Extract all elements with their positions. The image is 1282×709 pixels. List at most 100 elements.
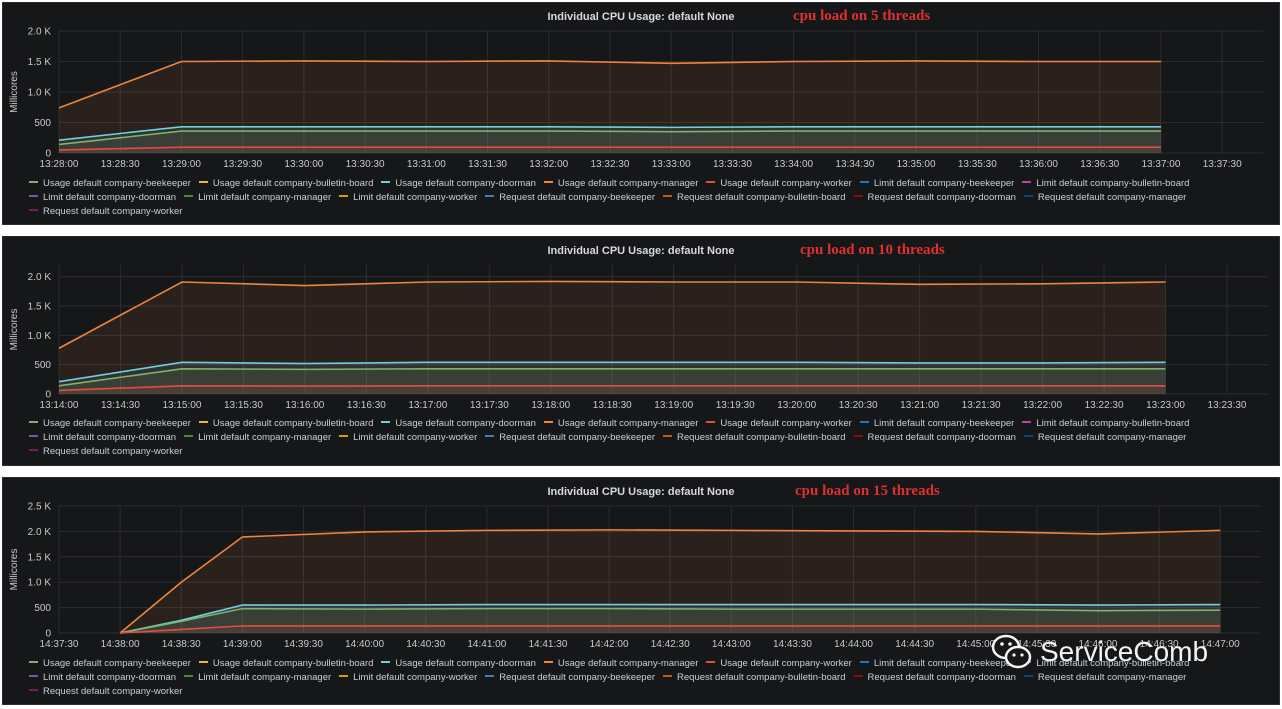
legend-item[interactable]: Usage default company-beekeeper: [29, 177, 191, 191]
legend-label: Request default company-worker: [43, 206, 183, 217]
x-tick-label: 13:20:00: [777, 400, 816, 411]
x-tick-label: 13:16:30: [347, 400, 386, 411]
legend-item[interactable]: Usage default company-beekeeper: [29, 417, 191, 431]
legend-item[interactable]: Request default company-worker: [29, 445, 182, 459]
legend-item[interactable]: Usage default company-beekeeper: [29, 657, 191, 671]
legend-swatch: [381, 661, 391, 664]
legend-item[interactable]: Usage default company-manager: [543, 177, 698, 191]
legend-item[interactable]: Request default company-beekeeper: [485, 431, 655, 445]
legend-item[interactable]: Limit default company-beekeeper: [859, 417, 1014, 431]
legend-label: Limit default company-doorman: [43, 432, 177, 443]
legend-item[interactable]: Limit default company-manager: [184, 191, 331, 205]
legend-item[interactable]: Request default company-manager: [1023, 431, 1186, 445]
legend-item[interactable]: Request default company-manager: [1023, 671, 1186, 685]
legend-item[interactable]: Usage default company-manager: [543, 657, 699, 671]
legend-swatch: [543, 661, 553, 664]
legend-item[interactable]: Limit default company-manager: [184, 671, 331, 685]
x-tick-label: 14:38:30: [162, 639, 201, 650]
legend-item[interactable]: Usage default company-worker: [706, 657, 852, 671]
legend-item[interactable]: Limit default company-doorman: [29, 431, 176, 445]
legend-item[interactable]: Request default company-doorman: [853, 191, 1016, 205]
legend-label: Usage default company-beekeeper: [43, 178, 191, 189]
legend-label: Usage default company-bulletin-board: [212, 178, 374, 189]
legend-label: Limit default company-manager: [198, 192, 332, 203]
legend-item[interactable]: Limit default company-doorman: [29, 191, 176, 205]
legend-item[interactable]: Request default company-bulletin-board: [663, 671, 846, 685]
legend-item[interactable]: Limit default company-manager: [184, 431, 331, 445]
x-tick-label: 13:33:00: [652, 159, 691, 170]
legend-label: Usage default company-manager: [557, 658, 699, 669]
legend-item[interactable]: Usage default company-manager: [543, 417, 698, 431]
legend-item[interactable]: Usage default company-worker: [706, 177, 852, 191]
x-tick-label: 13:16:00: [285, 400, 324, 411]
legend-item[interactable]: Usage default company-bulletin-board: [198, 417, 373, 431]
watermark-text: ServiceComb: [1040, 636, 1209, 667]
legend-label: Request default company-doorman: [867, 192, 1016, 203]
legend-swatch: [381, 181, 391, 184]
x-tick-label: 13:30:00: [284, 159, 323, 170]
y-tick-label: 500: [34, 360, 51, 371]
legend-swatch: [485, 675, 495, 678]
x-tick-label: 13:17:30: [470, 400, 509, 411]
legend-swatch: [543, 181, 553, 184]
legend-item[interactable]: Usage default company-doorman: [381, 177, 536, 191]
legend-item[interactable]: Limit default company-worker: [339, 431, 477, 445]
x-tick-label: 13:34:30: [835, 159, 874, 170]
legend-label: Usage default company-bulletin-board: [212, 658, 374, 669]
legend-label: Usage default company-worker: [720, 418, 852, 429]
y-tick-label: 1.5 K: [28, 552, 52, 563]
legend-item[interactable]: Limit default company-worker: [339, 191, 477, 205]
legend-item[interactable]: Limit default company-beekeeper: [859, 177, 1014, 191]
x-tick-label: 13:15:30: [224, 400, 263, 411]
legend-label: Limit default company-doorman: [43, 672, 177, 683]
chart-legend: Usage default company-beekeeper Usage def…: [29, 177, 1219, 219]
legend-label: Request default company-bulletin-board: [677, 672, 846, 683]
legend-item[interactable]: Request default company-bulletin-board: [663, 191, 846, 205]
legend-label: Limit default company-worker: [353, 432, 478, 443]
legend-swatch: [29, 449, 38, 452]
legend-swatch: [184, 195, 194, 198]
legend-item[interactable]: Usage default company-doorman: [381, 417, 536, 431]
legend-swatch: [859, 181, 869, 184]
x-tick-label: 13:28:00: [40, 159, 79, 170]
legend-item[interactable]: Limit default company-doorman: [29, 671, 176, 685]
legend-item[interactable]: Usage default company-doorman: [381, 657, 536, 671]
x-tick-label: 13:17:00: [408, 400, 447, 411]
legend-swatch: [1023, 195, 1033, 198]
legend-item[interactable]: Request default company-doorman: [853, 431, 1016, 445]
x-tick-label: 14:38:00: [101, 639, 140, 650]
legend-item[interactable]: Request default company-worker: [29, 205, 182, 219]
legend-item[interactable]: Request default company-beekeeper: [485, 671, 655, 685]
x-tick-label: 13:32:30: [591, 159, 630, 170]
legend-item[interactable]: Limit default company-bulletin-board: [1022, 417, 1189, 431]
legend-label: Request default company-worker: [43, 686, 183, 697]
x-tick-label: 14:41:30: [528, 639, 567, 650]
x-tick-label: 13:18:30: [593, 400, 632, 411]
x-tick-label: 14:44:00: [834, 639, 873, 650]
legend-item[interactable]: Request default company-beekeeper: [485, 191, 655, 205]
y-tick-label: 500: [34, 118, 51, 129]
x-tick-label: 13:15:00: [162, 400, 201, 411]
legend-swatch: [29, 421, 38, 424]
legend-swatch: [29, 661, 38, 664]
legend-swatch: [339, 675, 349, 678]
legend-item[interactable]: Limit default company-bulletin-board: [1022, 177, 1189, 191]
legend-item[interactable]: Request default company-bulletin-board: [663, 431, 846, 445]
legend-swatch: [1023, 675, 1033, 678]
legend-swatch: [1022, 181, 1032, 184]
legend-label: Request default company-manager: [1037, 192, 1187, 203]
legend-item[interactable]: Usage default company-bulletin-board: [198, 177, 374, 191]
legend-swatch: [1023, 435, 1033, 438]
legend-item[interactable]: Request default company-doorman: [853, 671, 1016, 685]
legend-item[interactable]: Request default company-manager: [1023, 191, 1187, 205]
legend-item[interactable]: Request default company-worker: [29, 685, 182, 699]
x-tick-label: 13:35:30: [958, 159, 997, 170]
legend-item[interactable]: Usage default company-worker: [706, 417, 852, 431]
legend-label: Limit default company-worker: [353, 672, 478, 683]
legend-item[interactable]: Limit default company-worker: [339, 671, 477, 685]
legend-swatch: [706, 181, 716, 184]
series-area: [59, 385, 1166, 394]
x-tick-label: 14:43:00: [712, 639, 751, 650]
legend-swatch: [663, 435, 673, 438]
legend-item[interactable]: Usage default company-bulletin-board: [198, 657, 374, 671]
